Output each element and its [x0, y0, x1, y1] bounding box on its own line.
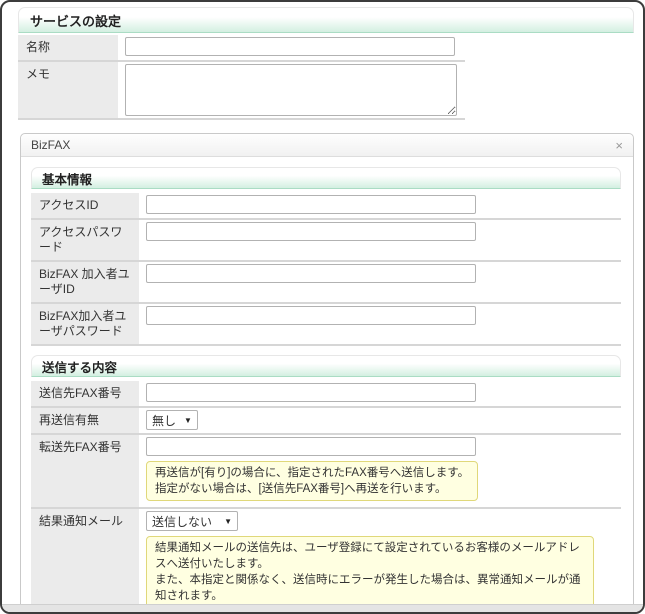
- close-icon[interactable]: ×: [615, 139, 623, 152]
- chevron-down-icon: ▼: [224, 517, 232, 526]
- page-title: サービスの設定: [30, 11, 121, 30]
- forward-fax-row: 転送先FAX番号 再送信が[有り]の場合に、指定されたFAX番号へ送信します。 …: [31, 435, 621, 509]
- access-id-input[interactable]: [146, 195, 476, 214]
- bizfax-panel-body: 基本情報 アクセスID アクセスパスワード BizFAX 加入者ユーザID: [21, 157, 633, 614]
- subscriber-user-id-label: BizFAX 加入者ユーザID: [31, 262, 139, 302]
- resend-select-value: 無し: [152, 412, 176, 429]
- memo-row: メモ: [18, 62, 465, 120]
- subscriber-user-password-input[interactable]: [146, 306, 476, 325]
- subscriber-user-password-label: BizFAX加入者ユーザパスワード: [31, 304, 139, 344]
- bizfax-panel-title: BizFAX: [31, 138, 70, 152]
- window-footer-strip: [2, 604, 643, 612]
- forward-fax-label: 転送先FAX番号: [31, 435, 139, 507]
- fax-to-row: 送信先FAX番号: [31, 381, 621, 408]
- send-content-section-header: 送信する内容: [31, 355, 621, 377]
- memo-label: メモ: [18, 62, 118, 118]
- bizfax-panel: BizFAX × 基本情報 アクセスID アクセスパスワード BizFAX 加入: [20, 133, 634, 614]
- result-mail-select-value: 送信しない: [152, 513, 212, 530]
- fax-to-input[interactable]: [146, 383, 476, 402]
- service-settings-window: サービスの設定 名称 メモ BizFAX × 基本情報 アクセスID: [0, 0, 645, 614]
- result-mail-note: 結果通知メールの送信先は、ユーザ登録にて設定されているお客様のメールアドレスへ送…: [146, 536, 594, 608]
- access-id-row: アクセスID: [31, 193, 621, 220]
- resend-row: 再送信有無 無し ▼: [31, 408, 621, 435]
- result-mail-select[interactable]: 送信しない ▼: [146, 511, 238, 531]
- resend-select[interactable]: 無し ▼: [146, 410, 198, 430]
- name-input[interactable]: [125, 37, 455, 56]
- forward-fax-input[interactable]: [146, 437, 476, 456]
- bizfax-panel-header: BizFAX ×: [21, 134, 633, 157]
- result-mail-row: 結果通知メール 送信しない ▼ 結果通知メールの送信先は、ユーザ登録にて設定され…: [31, 509, 621, 614]
- subscriber-user-password-row: BizFAX加入者ユーザパスワード: [31, 304, 621, 346]
- chevron-down-icon: ▼: [184, 416, 192, 425]
- basic-info-section-header: 基本情報: [31, 167, 621, 189]
- memo-textarea[interactable]: [125, 64, 457, 116]
- access-password-label: アクセスパスワード: [31, 220, 139, 260]
- forward-fax-note: 再送信が[有り]の場合に、指定されたFAX番号へ送信します。 指定がない場合は、…: [146, 461, 478, 501]
- fax-to-label: 送信先FAX番号: [31, 381, 139, 406]
- subscriber-user-id-input[interactable]: [146, 264, 476, 283]
- resend-label: 再送信有無: [31, 408, 139, 433]
- name-row: 名称: [18, 35, 465, 62]
- subscriber-user-id-row: BizFAX 加入者ユーザID: [31, 262, 621, 304]
- basic-info-section-title: 基本情報: [42, 169, 92, 188]
- result-mail-label: 結果通知メール: [31, 509, 139, 614]
- access-password-row: アクセスパスワード: [31, 220, 621, 262]
- general-form: 名称 メモ: [18, 35, 465, 120]
- name-label: 名称: [18, 35, 118, 60]
- access-id-label: アクセスID: [31, 193, 139, 218]
- page-title-bar: サービスの設定: [18, 7, 634, 33]
- access-password-input[interactable]: [146, 222, 476, 241]
- send-content-section-title: 送信する内容: [42, 357, 117, 376]
